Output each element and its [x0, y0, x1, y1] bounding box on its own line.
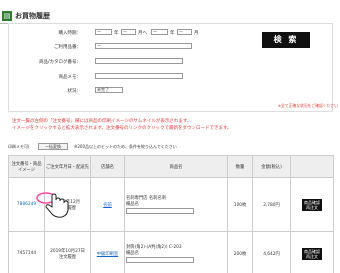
date-label: 購入時期： — [58, 31, 82, 36]
product-memo-label: 商品メモ： — [58, 75, 82, 80]
price-cell: 2,780円 — [252, 177, 291, 232]
col-order-no: 注文番号・商品イメージ — [8, 155, 45, 178]
notice-line-2: イメージをクリックすると拡大表示されます。注文番号のリンクのクリックで最新をダウ… — [12, 126, 232, 131]
year-unit-2: 年 — [170, 31, 175, 36]
product-memo-input[interactable] — [126, 208, 194, 214]
store-cell: 名前 — [90, 177, 125, 232]
result-info: ※200品以上のヒットのため、条件を絞り込んでください — [74, 144, 177, 149]
product-confirm-button[interactable]: 商品確認 再注文 — [302, 247, 322, 260]
store-cell: 中級印刷室 — [90, 231, 125, 273]
col-actions — [290, 155, 334, 178]
store-link[interactable]: 中級印刷室 — [97, 252, 118, 257]
action-cell: 商品確認 再注文 — [290, 177, 334, 232]
product-confirm-button[interactable]: 商品確認 再注文 — [302, 198, 322, 211]
store-link[interactable]: 名前 — [103, 203, 112, 208]
date-cell: 2019年10月27日 注文履歴 — [44, 231, 91, 273]
table-row: 7457144 2019年10月27日 注文履歴 中級印刷室 封筒(角2)-(A… — [8, 231, 334, 273]
order-date-sub: 注文履歴 — [58, 254, 77, 260]
col-product: 商品名 — [124, 155, 228, 178]
table-header-row: 注文番号・商品イメージ ご注文年月日・配送先 店舗名 商品名 数量 金額(税込) — [8, 155, 334, 178]
qty-cell: 200枚 — [227, 231, 253, 273]
order-number[interactable]: 7457144 — [10, 251, 43, 256]
month-unit-1: 月へ — [138, 31, 147, 36]
notice-line-1: 注文一覧の左側の「注文番号」欄には商品の印刷イメージのサムネイルが表示されます。 — [12, 119, 192, 124]
page-header: ▤ お買物履歴 — [0, 10, 330, 24]
product-cell: 封筒(角2)-(A判(角2)) C-203 備品名 — [124, 231, 228, 273]
product-cell: 名刺専門店 名刺名刺 備品名 — [124, 177, 228, 232]
col-store: 店舗名 — [90, 155, 125, 178]
category-label: ご利用品番： — [54, 45, 81, 50]
year-from-select[interactable]: — — [95, 29, 112, 35]
col-date: ご注文年月日・配送先 — [44, 155, 91, 178]
status-select[interactable]: 未完了 — [95, 87, 123, 93]
action-cell: 商品確認 再注文 — [290, 231, 334, 273]
col-qty: 数量 — [227, 155, 253, 178]
order-cell: 7457144 — [8, 231, 45, 273]
product-code-label: 商品/カタログ番号： — [38, 60, 81, 65]
month-unit-2: 月 — [194, 31, 199, 36]
month-to-select[interactable]: — — [177, 29, 192, 35]
year-unit-1: 年 — [114, 31, 119, 36]
product-memo-input[interactable] — [126, 257, 194, 263]
notice-text: 注文一覧の左側の「注文番号」欄には商品の印刷イメージのサムネイルが表示されます。… — [12, 118, 337, 132]
category-select[interactable]: — — [95, 43, 192, 49]
pointer-hand-icon — [36, 192, 69, 218]
status-label: 状況： — [67, 89, 82, 94]
product-memo-input[interactable] — [95, 73, 183, 79]
batch-convert-button[interactable]: 一括変換 — [38, 143, 68, 150]
search-note: ※全て正確な状況をご確認ください — [277, 103, 338, 108]
year-to-select[interactable]: — — [151, 29, 168, 35]
page-title: お買物履歴 — [15, 12, 50, 20]
qty-cell: 100枚 — [227, 177, 253, 232]
month-from-select[interactable]: — — [121, 29, 136, 35]
order-date: 2019年10月27日 — [50, 248, 85, 254]
search-button[interactable]: 検 索 — [262, 32, 310, 48]
print-memo-label: 印刷メモ可( — [8, 144, 30, 149]
document-icon: ▤ — [2, 11, 12, 21]
col-price: 金額(税込) — [252, 155, 291, 178]
product-memo: 備品名 — [126, 202, 139, 207]
product-memo: 備品名 — [126, 251, 139, 256]
price-cell: 4,642円 — [252, 231, 291, 273]
product-code-input[interactable] — [95, 58, 183, 64]
